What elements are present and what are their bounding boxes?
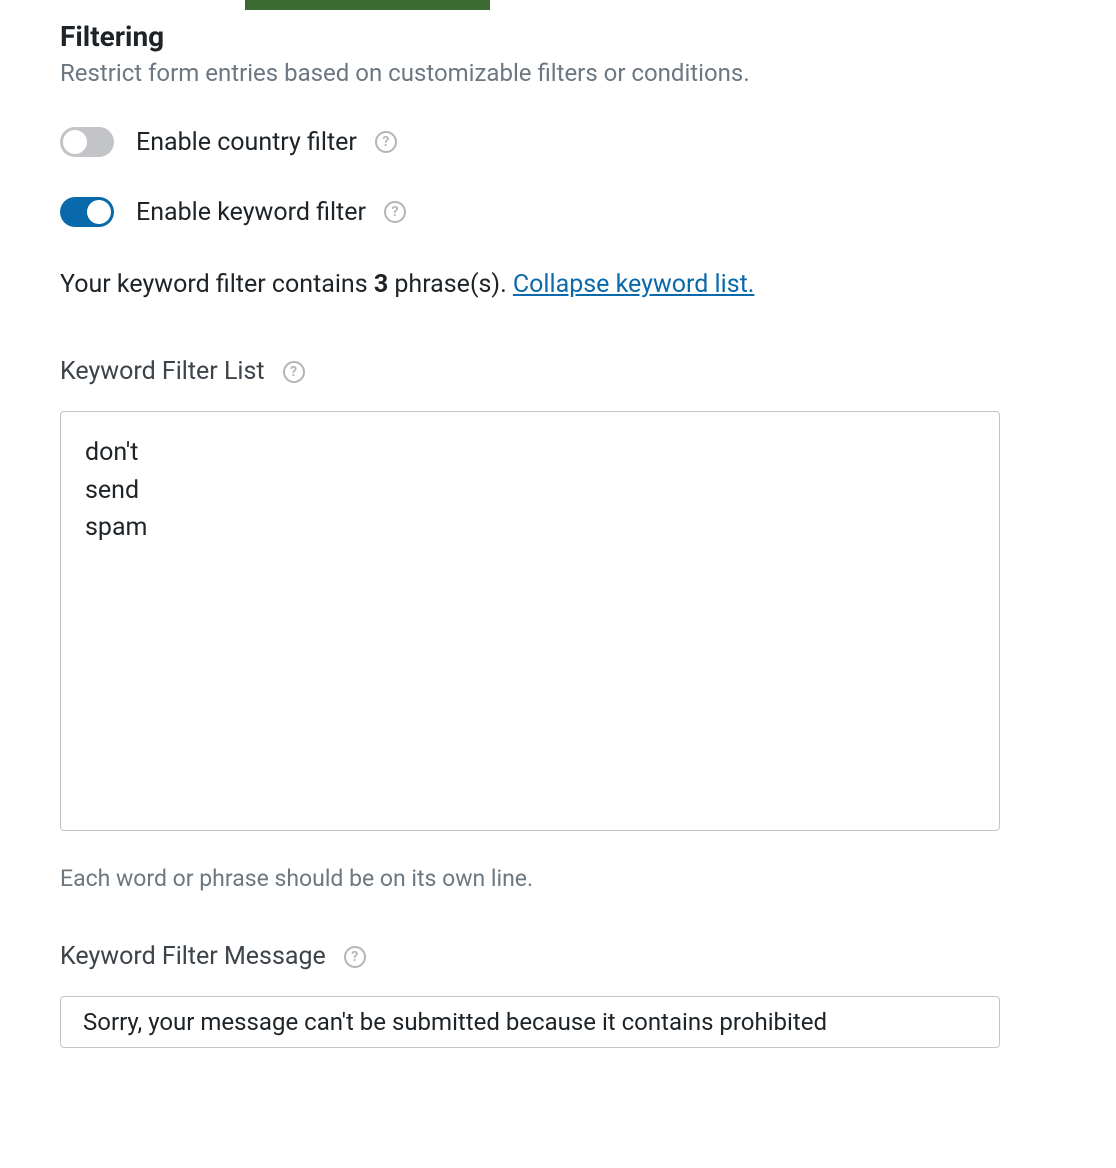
- filter-message-label-row: Keyword Filter Message ?: [60, 942, 1056, 971]
- country-filter-row: Enable country filter ?: [60, 127, 1056, 157]
- help-icon[interactable]: ?: [375, 131, 397, 153]
- country-filter-toggle[interactable]: [60, 127, 114, 157]
- keyword-filter-label: Enable keyword filter: [136, 198, 366, 227]
- help-icon[interactable]: ?: [384, 201, 406, 223]
- section-description: Restrict form entries based on customiza…: [60, 59, 1056, 87]
- filtering-section: Filtering Restrict form entries based on…: [0, 0, 1116, 1058]
- phrase-count: 3: [374, 270, 388, 299]
- filter-list-label-row: Keyword Filter List ?: [60, 357, 1056, 386]
- help-icon[interactable]: ?: [283, 361, 305, 383]
- help-icon[interactable]: ?: [344, 946, 366, 968]
- keyword-filter-message-label: Keyword Filter Message: [60, 942, 326, 971]
- keyword-filter-list-label: Keyword Filter List: [60, 357, 265, 386]
- keyword-status-text: Your keyword filter contains 3 phrase(s)…: [60, 267, 1056, 302]
- filter-list-helper: Each word or phrase should be on its own…: [60, 865, 1056, 892]
- status-suffix: phrase(s).: [388, 270, 513, 299]
- keyword-filter-message-input[interactable]: [60, 996, 1000, 1048]
- section-title: Filtering: [60, 20, 1056, 53]
- keyword-filter-row: Enable keyword filter ?: [60, 197, 1056, 227]
- status-prefix: Your keyword filter contains: [60, 270, 374, 299]
- collapse-keyword-list-link[interactable]: Collapse keyword list.: [513, 270, 754, 299]
- toggle-knob: [63, 130, 87, 154]
- keyword-filter-toggle[interactable]: [60, 197, 114, 227]
- country-filter-label: Enable country filter: [136, 128, 357, 157]
- keyword-filter-list-textarea[interactable]: [60, 411, 1000, 831]
- decorative-bar: [245, 0, 490, 10]
- toggle-knob: [87, 200, 111, 224]
